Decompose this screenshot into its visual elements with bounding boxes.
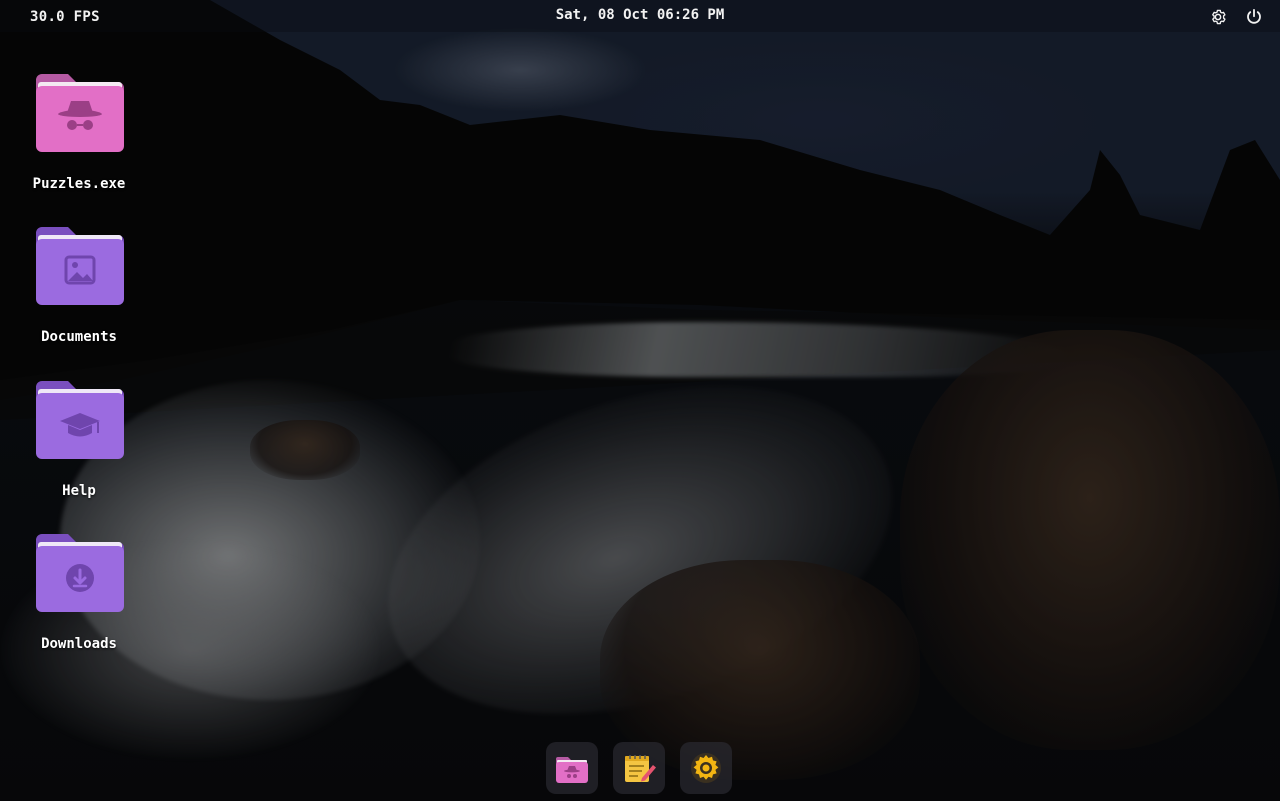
dock xyxy=(546,742,736,794)
fps-counter: 30.0 FPS xyxy=(30,9,100,25)
desktop-icon-puzzles[interactable]: Puzzles.exe xyxy=(20,70,138,210)
gear-icon xyxy=(1212,9,1226,25)
dock-item-settings[interactable] xyxy=(680,742,732,794)
settings-gear-icon xyxy=(691,753,721,783)
image-folder-icon xyxy=(36,227,124,305)
clock-display: Sat, 08 Oct 06:26 PM xyxy=(0,7,1280,23)
desktop-icon-help[interactable]: Help xyxy=(20,377,138,517)
desktop-icon-label: Puzzles.exe xyxy=(32,176,126,192)
clock-text[interactable]: Sat, 08 Oct 06:26 PM xyxy=(556,7,725,23)
desktop-icon-label: Downloads xyxy=(41,636,117,652)
desktop-icon-label: Documents xyxy=(41,329,117,345)
power-icon xyxy=(1247,8,1261,24)
desktop-icon-downloads[interactable]: Downloads xyxy=(20,530,138,670)
power-button[interactable] xyxy=(1245,8,1263,26)
notes-icon xyxy=(625,755,656,782)
dock-item-notes[interactable] xyxy=(613,742,665,794)
desktop-icon-label: Help xyxy=(62,483,96,499)
settings-button[interactable] xyxy=(1209,8,1227,26)
dock-item-puzzles[interactable] xyxy=(546,742,598,794)
incognito-folder-icon xyxy=(556,757,588,783)
graduation-cap-folder-icon xyxy=(36,381,124,459)
desktop-icon-documents[interactable]: Documents xyxy=(20,223,138,363)
top-bar: 30.0 FPS Sat, 08 Oct 06:26 PM xyxy=(0,0,1280,32)
download-folder-icon xyxy=(36,534,124,612)
wallpaper-overlay xyxy=(0,0,1280,801)
incognito-folder-icon xyxy=(36,74,124,152)
